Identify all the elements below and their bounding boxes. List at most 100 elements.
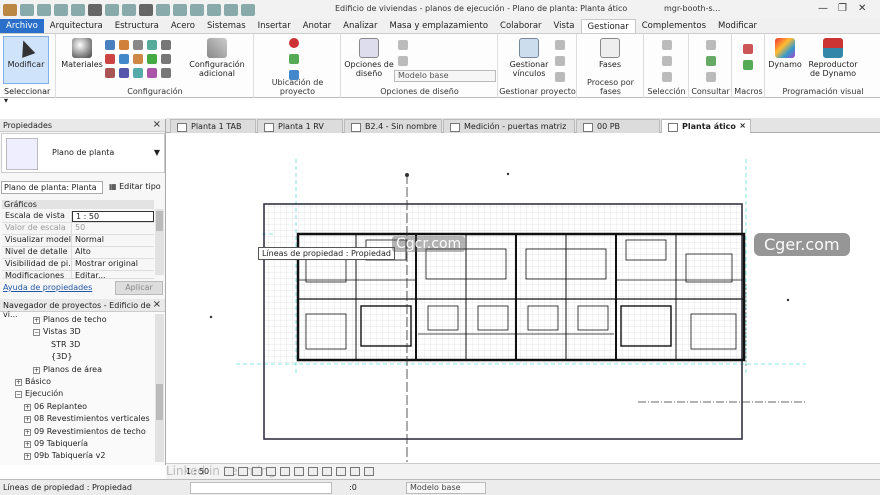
collapse-icon[interactable]: − — [33, 329, 40, 337]
tree-node[interactable]: − Ejecución — [15, 389, 63, 399]
browser-scrollbar[interactable] — [155, 314, 164, 462]
select-by-id-icon[interactable] — [706, 72, 716, 82]
structural-settings-icon[interactable] — [161, 54, 171, 64]
worksharing-icon[interactable] — [336, 467, 346, 476]
tree-node[interactable]: +10 Revestimientos... — [24, 464, 116, 465]
expand-icon[interactable]: + — [24, 453, 31, 461]
dynamo-player-button[interactable]: Reproductor de Dynamo — [802, 38, 864, 78]
global-params-icon[interactable] — [119, 54, 129, 64]
menu-gestionar[interactable]: Gestionar — [580, 19, 636, 33]
additional-settings-icon-small[interactable] — [133, 68, 143, 78]
tab-medicion[interactable]: Medición - puertas matriz — [443, 119, 575, 133]
more-settings-icon[interactable] — [161, 68, 171, 78]
macro-security-icon[interactable] — [743, 60, 753, 70]
tree-node[interactable]: +06 Replanteo — [24, 402, 87, 411]
menu-masa[interactable]: Masa y emplazamiento — [383, 19, 494, 33]
tab-b24[interactable]: B2.4 - Sin nombre — [344, 119, 442, 133]
prop-row[interactable]: Escala de vista 1 : 50 — [2, 211, 154, 223]
dimension-icon[interactable] — [122, 3, 136, 16]
chevron-down-icon[interactable]: ▼ — [154, 148, 160, 157]
design-options-button[interactable]: Opciones de diseño — [344, 38, 394, 78]
menu-sistemas[interactable]: Sistemas — [201, 19, 252, 33]
warnings-icon[interactable] — [706, 56, 716, 66]
expand-icon[interactable]: + — [24, 441, 31, 448]
location-pin-icon[interactable] — [289, 38, 299, 48]
close-button[interactable]: ✕ — [858, 3, 866, 14]
expand-icon[interactable]: + — [24, 416, 31, 424]
visual-style-icon[interactable] — [238, 467, 248, 476]
detail-level-icon[interactable] — [224, 467, 234, 476]
print-icon[interactable] — [88, 3, 102, 16]
menu-modificar[interactable]: Modificar — [712, 19, 763, 33]
menu-acero[interactable]: Acero — [165, 19, 201, 33]
coordinates-icon[interactable] — [289, 54, 299, 64]
view-scale[interactable]: 1 : 50 — [186, 467, 209, 476]
edit-selection-icon[interactable] — [662, 72, 672, 82]
save-selection-icon[interactable] — [662, 40, 672, 50]
tab-planta-1-rv[interactable]: Planta 1 RV — [257, 119, 343, 133]
close-hidden-icon[interactable] — [224, 3, 238, 16]
phases-button[interactable]: Fases — [588, 38, 632, 69]
collapse-icon[interactable]: − — [15, 391, 22, 399]
properties-scrollbar[interactable] — [155, 209, 164, 275]
scroll-thumb[interactable] — [156, 211, 163, 231]
menu-estructura[interactable]: Estructura — [109, 19, 165, 33]
transfer-standards-icon[interactable] — [133, 54, 143, 64]
reveal-hidden-icon[interactable] — [322, 467, 332, 476]
save-icon[interactable] — [37, 3, 51, 16]
apply-button[interactable]: Aplicar — [115, 281, 163, 295]
floor-plan-drawing[interactable] — [166, 134, 880, 462]
menu-complementos[interactable]: Complementos — [636, 19, 712, 33]
tag-icon[interactable] — [139, 3, 153, 16]
panel-schedule-icon[interactable] — [119, 68, 129, 78]
decal-types-icon[interactable] — [555, 72, 565, 82]
tree-node[interactable]: STR 3D — [51, 340, 80, 349]
tree-node[interactable]: − Vistas 3D — [33, 327, 81, 337]
modify-button[interactable]: Modificar — [3, 36, 49, 84]
shared-params-icon[interactable] — [105, 54, 115, 64]
tree-node[interactable]: + Planos de área — [33, 365, 102, 374]
mep-settings-icon[interactable] — [105, 68, 115, 78]
thin-lines-icon[interactable] — [207, 3, 221, 16]
show-crop-icon[interactable] — [294, 467, 304, 476]
project-info-icon[interactable] — [133, 40, 143, 50]
object-styles-icon[interactable] — [105, 40, 115, 50]
menu-anotar[interactable]: Anotar — [297, 19, 337, 33]
prop-row[interactable]: Visibilidad de pi... Mostrar original — [2, 259, 154, 271]
expand-icon[interactable]: + — [15, 379, 22, 386]
menu-vista[interactable]: Vista — [548, 19, 581, 33]
tree-node[interactable]: + Planos de techo — [33, 315, 107, 324]
menu-insertar[interactable]: Insertar — [252, 19, 297, 33]
user-account[interactable]: mgr-booth-s... — [664, 4, 720, 13]
tree-node[interactable]: {3D} — [51, 352, 72, 361]
switch-windows-icon[interactable] — [241, 3, 255, 16]
tab-00-pb[interactable]: 00 PB — [576, 119, 660, 133]
open-icon[interactable] — [20, 3, 34, 16]
tab-planta-1-tab[interactable]: Planta 1 TAB — [170, 119, 256, 133]
menu-arquitectura[interactable]: Arquitectura — [44, 19, 109, 33]
workset-field[interactable] — [190, 482, 332, 494]
expand-icon[interactable]: + — [24, 403, 31, 411]
type-selector[interactable]: Plano de planta ▼ — [1, 133, 165, 173]
add-to-set-icon[interactable] — [398, 40, 408, 50]
3d-view-icon[interactable] — [173, 3, 187, 16]
close-icon[interactable]: × — [153, 119, 161, 130]
measure-icon[interactable] — [105, 3, 119, 16]
sun-path-icon[interactable] — [252, 467, 262, 476]
edit-type-button[interactable]: ▦ Editar tipo — [109, 182, 161, 191]
text-icon[interactable] — [156, 3, 170, 16]
manage-links-button[interactable]: Gestionar vínculos — [507, 38, 551, 78]
menu-colaborar[interactable]: Colaborar — [494, 19, 548, 33]
purge-icon[interactable] — [147, 54, 157, 64]
materials-button[interactable]: Materiales — [61, 38, 103, 69]
tree-node[interactable]: + Básico — [15, 377, 51, 386]
instance-filter[interactable]: Plano de planta: Planta — [1, 181, 103, 194]
expand-icon[interactable]: + — [24, 428, 31, 436]
design-option-combo[interactable]: Modelo base — [394, 70, 496, 82]
tree-node[interactable]: +09 Tabiquería — [24, 439, 88, 448]
section-icon[interactable] — [190, 3, 204, 16]
shadows-icon[interactable] — [266, 467, 276, 476]
tree-node[interactable]: +09 Revestimientos de techo — [24, 427, 146, 436]
crop-view-icon[interactable] — [280, 467, 290, 476]
section-graficos[interactable]: Gráficos — [2, 200, 154, 209]
